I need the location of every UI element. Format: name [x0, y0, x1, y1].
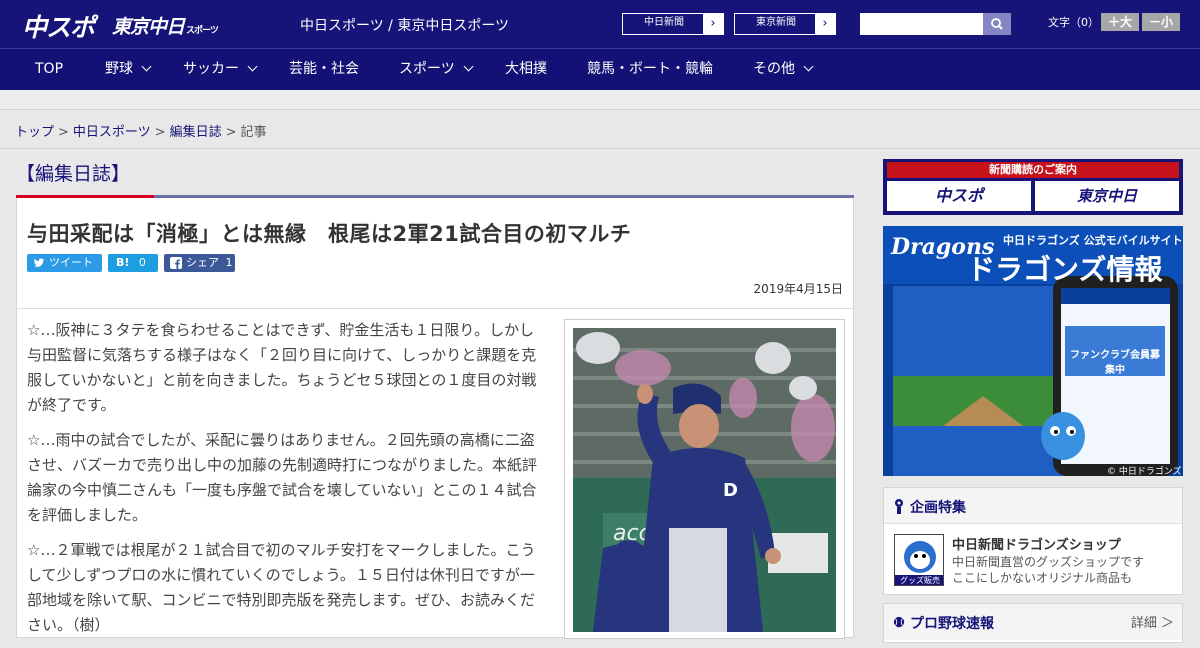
feature-title: 企画特集 [910, 500, 966, 516]
dragons-shop-link[interactable]: 中日新聞ドラゴンズショップ [952, 534, 1121, 553]
tweet-button[interactable]: ツイート [27, 254, 102, 272]
shop-badge-text: グッズ販売中 [900, 576, 940, 585]
breadcrumb-current: 記事 [240, 125, 267, 140]
chevron-down-icon [803, 61, 814, 72]
paragraph: ☆…雨中の試合でしたが、采配に曇りはありません。２回先頭の高橋に二盗させ、バズー… [27, 431, 538, 524]
twitter-icon [34, 258, 45, 267]
article-photo[interactable]: aco D [573, 328, 836, 632]
ad-line1: 中日ドラゴンズ 公式モバイルサイト [1003, 234, 1183, 247]
ad-line2: ドラゴンズ情報 [967, 253, 1163, 286]
nav-label: その他 [753, 61, 795, 77]
feature-icon [895, 499, 903, 514]
article-headline: 与田采配は「消極」とは無縁 根尾は2軍21試合目の初マルチ [27, 222, 632, 246]
facebook-share-button[interactable]: シェア 1 [164, 254, 235, 272]
breadcrumb-chunichi-sports[interactable]: 中日スポーツ [73, 125, 151, 140]
search-button[interactable] [983, 13, 1011, 35]
nav-sports[interactable]: スポーツ [399, 49, 474, 90]
subscribe-tokyo-chunichi-button[interactable]: 東京中日 [1035, 181, 1179, 211]
subscribe-chunichi-sports-button[interactable]: 中スポ [887, 181, 1031, 211]
dragons-shop-thumbnail[interactable]: グッズ販売中 [894, 534, 944, 586]
divider [0, 148, 1200, 149]
article-body: ☆…阪神に３タテを食らわせることはできず、貯金生活も１日限り。しかし与田監督に気… [27, 318, 542, 648]
chevron-down-icon [463, 61, 474, 72]
chunichi-shimbun-label: 中日新聞 [644, 17, 684, 28]
fanclub-badge: ファンクラブ会員募集中 [1070, 350, 1160, 376]
hatena-icon: B! [116, 256, 130, 269]
ad-copyright: © 中日ドラゴンズ [1107, 467, 1182, 476]
nav-label: 競馬・ボート・競輪 [587, 61, 713, 77]
breadcrumb-separator: > [154, 125, 166, 140]
baseball-live-title: プロ野球速報 [910, 616, 994, 632]
chevron-down-icon [141, 61, 152, 72]
article: 与田采配は「消極」とは無縁 根尾は2軍21試合目の初マルチ ツイート B! 0 … [16, 198, 854, 639]
nav-label: 芸能・社会 [289, 61, 359, 77]
chevron-down-icon [247, 61, 258, 72]
subscription-banner: 新聞購読のご案内 中スポ 東京中日 [883, 159, 1183, 215]
nav-sumo[interactable]: 大相撲 [505, 49, 547, 90]
nav-entertainment[interactable]: 芸能・社会 [289, 49, 359, 90]
breadcrumb-separator: > [225, 125, 237, 140]
font-larger-button[interactable]: ＋大 [1101, 13, 1139, 31]
facebook-share-label: シェア [186, 256, 219, 269]
shop-desc-line: 中日新聞直営のグッズショップです [952, 555, 1145, 569]
chevron-right-icon: › [703, 14, 723, 34]
hatena-count: 0 [138, 256, 146, 269]
nav-soccer[interactable]: サッカー [183, 49, 258, 90]
svg-text:D: D [723, 480, 738, 501]
breadcrumb-separator: > [58, 125, 69, 140]
font-smaller-button[interactable]: －小 [1142, 13, 1180, 31]
baseball-live-box: プロ野球速報 詳細 ＞ [883, 603, 1183, 643]
article-photo-frame[interactable]: aco D [564, 319, 845, 639]
search-icon [991, 18, 1003, 30]
nav-label: サッカー [183, 61, 239, 77]
dragons-shop-description: 中日新聞直営のグッズショップです ここにしかないオリジナル商品も [952, 554, 1144, 586]
breadcrumb-top[interactable]: トップ [15, 125, 54, 140]
breadcrumb: トップ > 中日スポーツ > 編集日誌 > 記事 [15, 121, 267, 140]
nav-racing[interactable]: 競馬・ボート・競輪 [587, 49, 713, 90]
facebook-share-count: 1 [225, 256, 233, 269]
tokyo-logo-small: スポーツ [186, 26, 219, 36]
nav-label: 大相撲 [505, 61, 547, 77]
nav-label: スポーツ [399, 61, 455, 77]
nav-label: 野球 [105, 61, 133, 77]
subscription-heading: 新聞購読のご案内 [887, 162, 1179, 178]
tokyo-shimbun-label: 東京新聞 [756, 17, 796, 28]
facebook-icon [170, 257, 182, 269]
breadcrumb-editorial-diary[interactable]: 編集日誌 [170, 125, 222, 140]
nav-baseball[interactable]: 野球 [105, 49, 152, 90]
paragraph: ☆…阪神に３タテを食らわせることはできず、貯金生活も１日限り。しかし与田監督に気… [27, 321, 537, 414]
shop-desc-line: ここにしかないオリジナル商品も [952, 571, 1133, 585]
chunichi-sports-logo[interactable]: 中スポ [22, 8, 95, 44]
dragons-mobile-ad[interactable]: Dragons 中日ドラゴンズ 公式モバイルサイト ドラゴンズ情報 ファンクラブ… [883, 226, 1183, 476]
baseball-details-link[interactable]: 詳細 ＞ [1131, 612, 1174, 631]
tokyo-shimbun-link[interactable]: 東京新聞 › [734, 13, 836, 35]
font-size-label: 文字（0） [1048, 16, 1099, 29]
tweet-label: ツイート [49, 256, 93, 269]
top-header: 中スポ 東京中日 スポーツ 中日スポーツ / 東京中日スポーツ 中日新聞 › 東京… [0, 0, 1200, 48]
search-input[interactable] [860, 13, 983, 35]
feature-box: 企画特集 グッズ販売中 中日新聞ドラゴンズショップ 中日新聞直営のグッズショップ… [883, 487, 1183, 595]
baseball-icon [893, 616, 905, 628]
manager-photo-illustration: aco D [573, 328, 836, 632]
sub-nav-stripe [0, 90, 1200, 110]
hatena-bookmark-button[interactable]: B! 0 [108, 254, 158, 272]
chevron-right-icon: › [815, 14, 835, 34]
section-title: 【編集日誌】 [16, 163, 131, 185]
nav-other[interactable]: その他 [753, 49, 814, 90]
feature-header: 企画特集 [884, 488, 1182, 524]
publish-date: 2019年4月15日 [753, 282, 843, 296]
site-title: 中日スポーツ / 東京中日スポーツ [300, 18, 510, 34]
divider [17, 308, 853, 309]
tokyo-chunichi-logo[interactable]: 東京中日 スポーツ [112, 12, 219, 39]
main-nav: TOP 野球 サッカー 芸能・社会 スポーツ 大相撲 競馬・ボート・競輪 その他 [0, 48, 1200, 90]
chunichi-shimbun-link[interactable]: 中日新聞 › [622, 13, 724, 35]
tokyo-logo-text: 東京中日 [112, 16, 185, 38]
nav-label: TOP [35, 61, 64, 77]
nav-top[interactable]: TOP [35, 49, 63, 90]
baseball-live-header: プロ野球速報 詳細 ＞ [884, 604, 1182, 640]
paragraph: ☆…２軍戦では根尾が２１試合目で初のマルチ安打をマークしました。こうして少しずつ… [27, 541, 536, 634]
